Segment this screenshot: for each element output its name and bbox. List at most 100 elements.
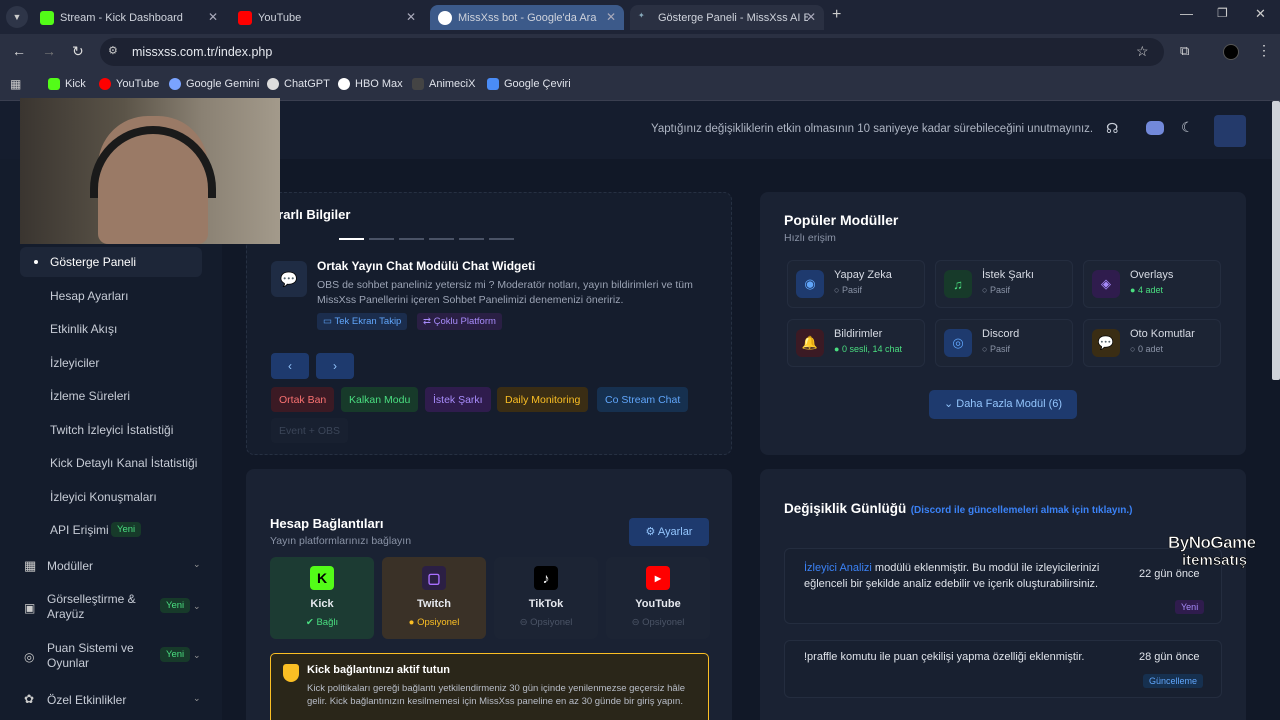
dark-mode-moon-icon[interactable]: ☾ xyxy=(1181,119,1194,136)
platform-twitch[interactable]: ▢ Twitch ● Opsiyonel xyxy=(382,557,486,639)
changelog-entry: !praffle komutu ile puan çekilişi yapma … xyxy=(784,640,1222,698)
bookmark-label: Kick xyxy=(65,78,86,90)
carousel-prev-button[interactable]: ‹ xyxy=(271,353,309,379)
module-discord[interactable]: ◎ Discord ○ Pasif xyxy=(935,319,1073,367)
discord-updates-link[interactable]: (Discord ile güncellemeleri almak için t… xyxy=(911,505,1133,516)
chat-bubble-icon: 💬 xyxy=(271,261,307,297)
module-status: ○ Pasif xyxy=(982,344,1010,354)
menu-icon[interactable]: ⋮ xyxy=(1257,42,1271,59)
status-text: 4 adet xyxy=(1137,285,1163,295)
sidebar-item-activity-feed[interactable]: Etkinlik Akışı xyxy=(50,322,117,336)
sidebar-group-modules[interactable]: Modüller xyxy=(47,559,93,573)
sidebar-item-watch-times[interactable]: İzleme Süreleri xyxy=(50,389,130,403)
module-song-request[interactable]: ♫ İstek Şarkı ○ Pasif xyxy=(935,260,1073,308)
entry-time: 28 gün önce xyxy=(1139,651,1200,663)
carousel-next-button[interactable]: › xyxy=(316,353,354,379)
twitch-logo-icon: ▢ xyxy=(422,566,446,590)
tag-label: Tek Ekran Takip xyxy=(334,316,402,327)
site-info-icon[interactable]: ⚙ xyxy=(108,44,118,57)
platform-tiktok[interactable]: ♪ TikTok ⊖ Opsiyonel xyxy=(494,557,598,639)
sidebar-item-api-access[interactable]: API Erişimi xyxy=(50,523,109,537)
sidebar-group-visuals[interactable]: Görselleştirme & Arayüz xyxy=(47,592,147,622)
bookmark-chatgpt[interactable]: ChatGPT xyxy=(267,78,330,90)
module-status: ○ 0 adet xyxy=(1130,344,1163,354)
sidebar-group-points-games[interactable]: Puan Sistemi ve Oyunlar xyxy=(47,641,147,671)
forward-icon[interactable]: → xyxy=(42,43,56,59)
tab-label: MissXss bot - Google'da Ara xyxy=(458,11,597,24)
chip-kalkan-modu[interactable]: Kalkan Modu xyxy=(341,387,419,412)
support-headset-icon[interactable]: ☊ xyxy=(1106,120,1118,137)
changelog-entry: İzleyici Analizi modülü eklenmiştir. Bu … xyxy=(784,548,1222,624)
window-close-button[interactable]: ✕ xyxy=(1255,6,1266,22)
back-icon[interactable]: ← xyxy=(12,43,26,59)
kick-icon xyxy=(48,78,60,90)
visuals-icon: ▣ xyxy=(24,601,36,615)
bookmark-kick[interactable]: Kick xyxy=(48,78,86,90)
tab-list-button[interactable]: ▼ xyxy=(6,6,28,28)
status-text: Opsiyonel xyxy=(530,617,573,628)
bookmark-google-translate[interactable]: Google Çeviri xyxy=(487,78,571,90)
platform-kick[interactable]: K Kick ✔ Bağlı xyxy=(270,557,374,639)
close-icon[interactable]: ✕ xyxy=(208,10,218,24)
close-icon[interactable]: ✕ xyxy=(606,10,616,24)
close-icon[interactable]: ✕ xyxy=(806,10,816,24)
chevron-down-icon[interactable]: ⌄ xyxy=(193,559,201,570)
module-name: İstek Şarkı xyxy=(982,269,1034,281)
sidebar-item-twitch-stats[interactable]: Twitch İzleyici İstatistiği xyxy=(50,423,173,437)
reload-icon[interactable]: ↻ xyxy=(72,43,84,60)
bookmark-hbomax[interactable]: HBO Max xyxy=(338,78,403,90)
tab-youtube[interactable]: YouTube ✕ xyxy=(230,5,424,30)
maximize-button[interactable]: ❐ xyxy=(1217,6,1228,20)
chevron-down-icon[interactable]: ⌄ xyxy=(193,601,201,612)
discord-icon[interactable] xyxy=(1146,121,1164,135)
carousel-indicators[interactable] xyxy=(339,238,514,240)
chip-daily-monitoring[interactable]: Daily Monitoring xyxy=(497,387,589,412)
chevron-down-icon[interactable]: ⌄ xyxy=(193,693,201,704)
module-auto-commands[interactable]: 💬 Oto Komutlar ○ 0 adet xyxy=(1083,319,1221,367)
chip-ortak-ban[interactable]: Ortak Ban xyxy=(271,387,335,412)
url-field[interactable]: ⚙ missxss.com.tr/index.php ☆ xyxy=(100,38,1164,66)
chevron-down-icon[interactable]: ⌄ xyxy=(193,650,201,661)
page-scrollbar[interactable] xyxy=(1272,101,1280,380)
module-notifications[interactable]: 🔔 Bildirimler ● 0 sesli, 14 chat xyxy=(787,319,925,367)
profile-avatar[interactable] xyxy=(1223,44,1239,60)
status-text: 0 sesli, 14 chat xyxy=(841,344,902,354)
tiktok-logo-icon: ♪ xyxy=(534,566,558,590)
extensions-icon[interactable]: ⧉ xyxy=(1180,43,1189,59)
address-bar-row: ← → ↻ ⚙ missxss.com.tr/index.php ☆ ⧉ ⋮ xyxy=(0,34,1280,70)
card-title: Hesap Bağlantıları xyxy=(270,516,384,531)
sidebar-group-special-events[interactable]: Özel Etkinlikler xyxy=(47,693,126,707)
chip-istek-sarki[interactable]: İstek Şarkı xyxy=(425,387,491,412)
platform-youtube[interactable]: ▶ YouTube ⊖ Opsiyonel xyxy=(606,557,710,639)
tab-google-search[interactable]: MissXss bot - Google'da Ara ✕ xyxy=(430,5,624,30)
entry-highlight-link[interactable]: İzleyici Analizi xyxy=(804,562,872,574)
tab-dashboard-active[interactable]: ✦ Gösterge Paneli - MissXss AI Bo ✕ xyxy=(630,5,824,30)
entry-text: İzleyici Analizi modülü eklenmiştir. Bu … xyxy=(804,560,1104,592)
sidebar-item-kick-stats[interactable]: Kick Detaylı Kanal İstatistiği xyxy=(50,456,197,470)
tag-multi-platform: ⇄ Çoklu Platform xyxy=(417,313,502,330)
platform-status: ✔ Bağlı xyxy=(305,617,339,628)
chip-event-obs[interactable]: Event + OBS xyxy=(271,418,348,443)
module-ai[interactable]: ◉ Yapay Zeka ○ Pasif xyxy=(787,260,925,308)
sidebar-item-label[interactable]: Gösterge Paneli xyxy=(50,255,136,269)
chip-co-stream-chat[interactable]: Co Stream Chat xyxy=(597,387,689,412)
more-modules-button[interactable]: ⌄ Daha Fazla Modül (6) xyxy=(929,390,1077,419)
apps-grid-icon[interactable]: ▦ xyxy=(10,77,21,91)
bookmark-star-icon[interactable]: ☆ xyxy=(1136,43,1149,60)
sidebar-item-account-settings[interactable]: Hesap Ayarları xyxy=(50,289,129,303)
bookmark-gemini[interactable]: Google Gemini xyxy=(169,78,259,90)
minimize-button[interactable]: — xyxy=(1180,6,1193,21)
bookmark-animecix[interactable]: AnimeciX xyxy=(412,78,475,90)
google-icon xyxy=(438,10,452,25)
sidebar-item-viewer-chats[interactable]: İzleyici Konuşmaları xyxy=(50,490,157,504)
kick-logo-icon: K xyxy=(310,566,334,590)
bookmark-youtube[interactable]: YouTube xyxy=(99,78,159,90)
close-icon[interactable]: ✕ xyxy=(406,10,416,24)
user-avatar[interactable] xyxy=(1214,115,1246,147)
sidebar-item-viewers[interactable]: İzleyiciler xyxy=(50,356,99,370)
settings-button[interactable]: ⚙ Ayarlar xyxy=(629,518,709,546)
tab-kick-dashboard[interactable]: Stream - Kick Dashboard ✕ xyxy=(32,5,226,30)
card-title: Değişiklik Günlüğü xyxy=(784,501,907,516)
new-tab-button[interactable]: + xyxy=(832,6,841,24)
module-overlays[interactable]: ◈ Overlays ● 4 adet xyxy=(1083,260,1221,308)
